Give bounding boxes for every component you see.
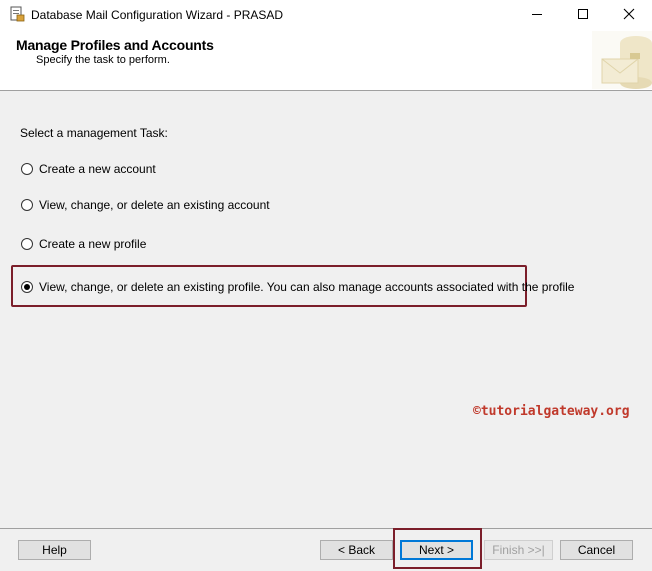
radio-manage-account[interactable] — [21, 199, 33, 211]
back-button[interactable]: < Back — [320, 540, 393, 560]
option-label: Create a new account — [39, 162, 156, 176]
window-title: Database Mail Configuration Wizard - PRA… — [31, 8, 284, 22]
cancel-button[interactable]: Cancel — [560, 540, 633, 560]
watermark-text: ©tutorialgateway.org — [473, 404, 630, 419]
page-subtitle: Specify the task to perform. — [36, 54, 170, 66]
task-prompt: Select a management Task: — [20, 126, 168, 140]
minimize-icon — [531, 8, 543, 23]
database-mail-banner-icon — [592, 31, 652, 89]
help-button[interactable]: Help — [18, 540, 91, 560]
option-label: Create a new profile — [39, 237, 147, 251]
radio-manage-profile[interactable] — [21, 281, 33, 293]
finish-button[interactable]: Finish >>| — [484, 540, 553, 560]
option-label: View, change, or delete an existing acco… — [39, 198, 270, 212]
page-title: Manage Profiles and Accounts — [16, 37, 214, 53]
option-label: View, change, or delete an existing prof… — [39, 280, 575, 294]
maximize-button[interactable] — [560, 0, 606, 30]
next-button-highlight — [393, 528, 482, 569]
radio-create-profile[interactable] — [21, 238, 33, 250]
option-create-profile[interactable]: Create a new profile — [21, 236, 146, 252]
wizard-window: Database Mail Configuration Wizard - PRA… — [0, 0, 652, 571]
wizard-header: Manage Profiles and Accounts Specify the… — [0, 30, 652, 91]
option-create-account[interactable]: Create a new account — [21, 161, 156, 177]
maximize-icon — [577, 8, 589, 23]
app-icon — [9, 6, 25, 22]
minimize-button[interactable] — [514, 0, 560, 30]
option-manage-account[interactable]: View, change, or delete an existing acco… — [21, 197, 270, 213]
footer-divider — [0, 528, 652, 529]
radio-create-account[interactable] — [21, 163, 33, 175]
option-manage-profile[interactable]: View, change, or delete an existing prof… — [21, 279, 574, 295]
title-bar[interactable]: Database Mail Configuration Wizard - PRA… — [0, 0, 652, 30]
close-button[interactable] — [606, 0, 652, 30]
close-icon — [623, 8, 635, 23]
